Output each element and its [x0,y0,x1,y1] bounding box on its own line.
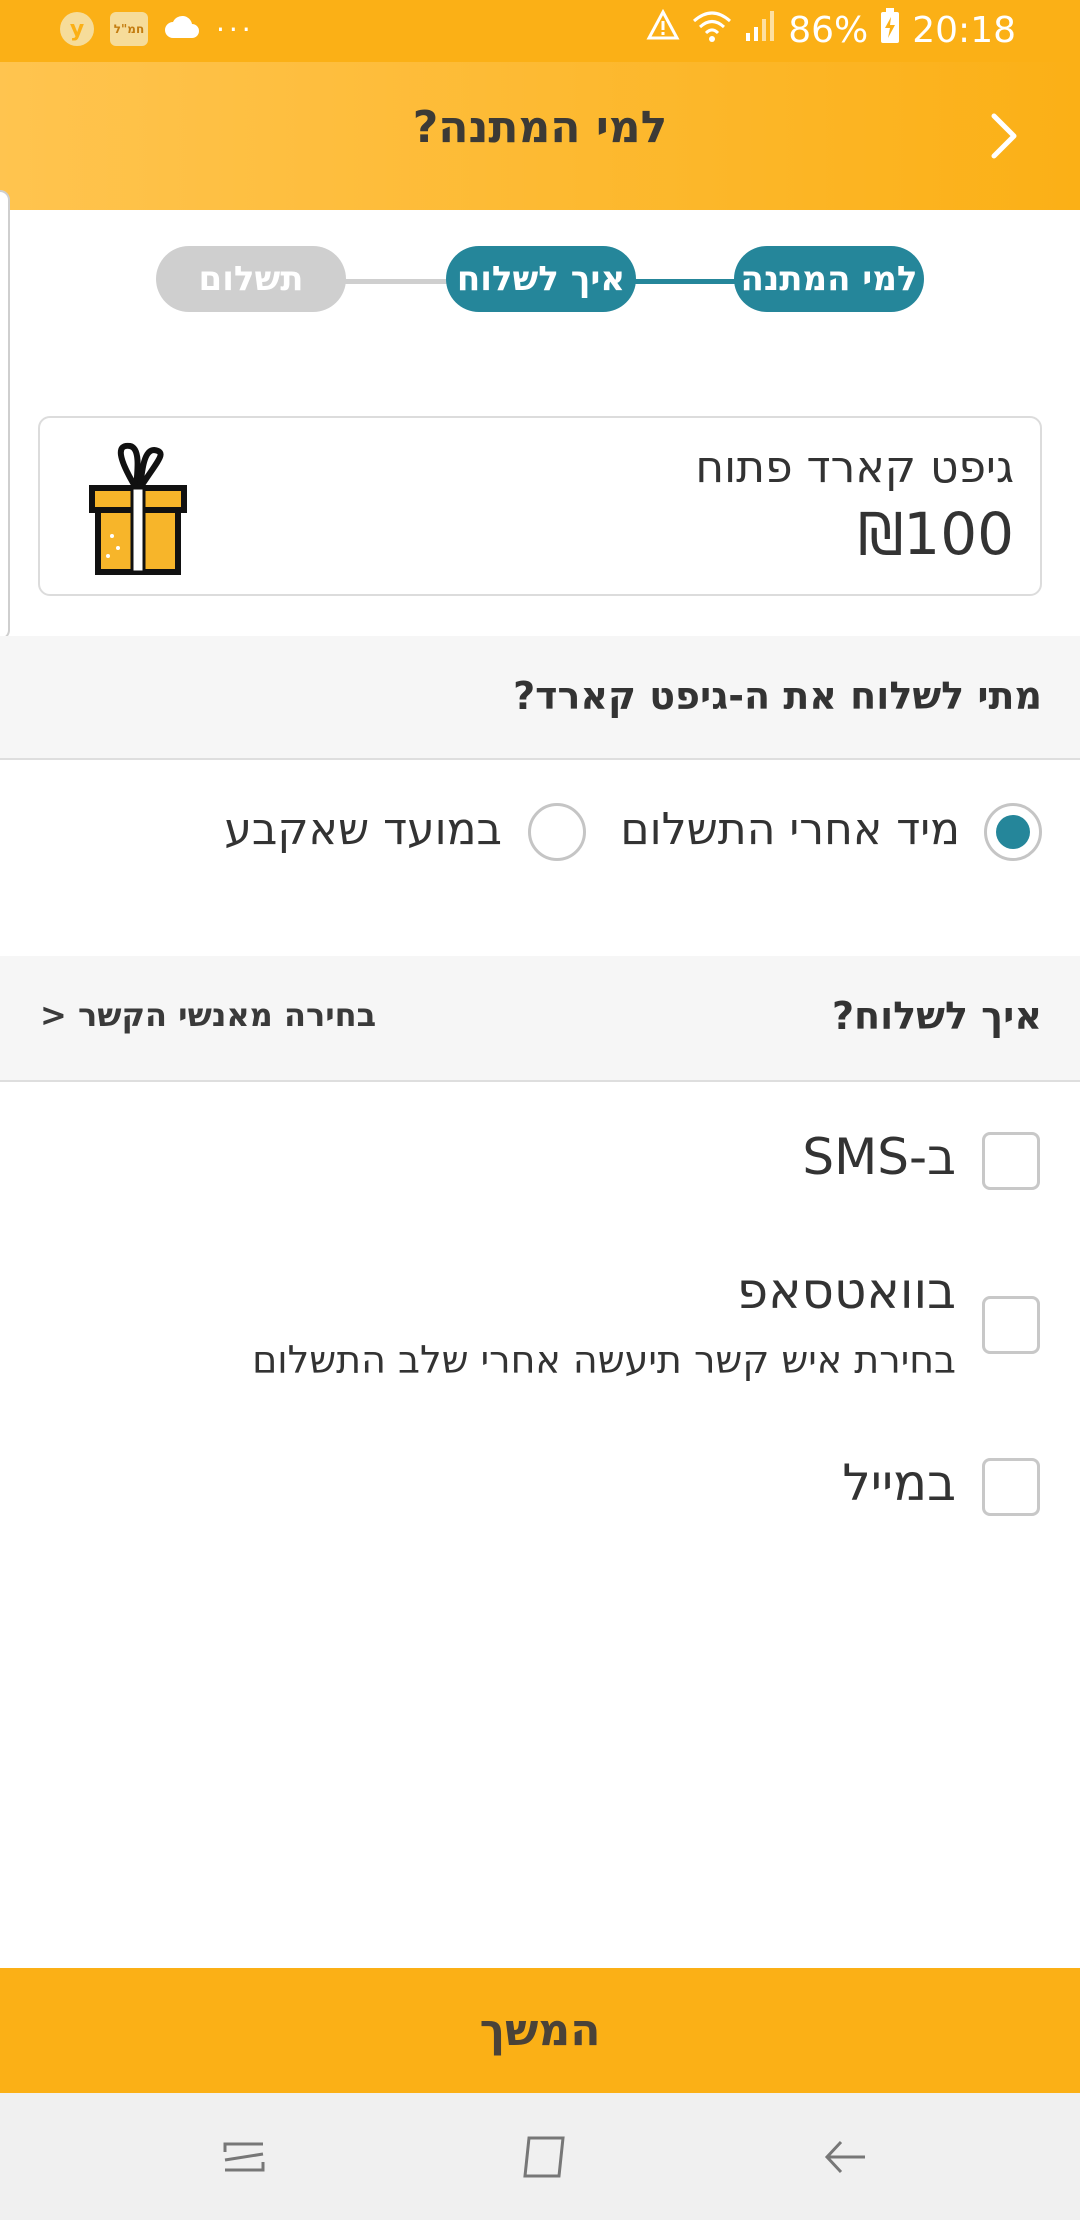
step-2: איך לשלוח [446,246,636,312]
when-section-header: מתי לשלוח את ה-גיפט קארד? [0,636,1080,760]
radio-label-immediately[interactable]: מיד אחרי התשלום [620,804,960,855]
whatsapp-label[interactable]: בוואטסאפ [737,1262,956,1320]
battery-percent: 86% [788,10,869,51]
gift-card-price: ₪100 [857,500,1014,568]
app-bar: למי המתנה? [0,62,1080,210]
continue-button[interactable]: המשך [0,1968,1080,2093]
gift-card-summary: גיפט קארד פתוח ₪100 [38,416,1042,596]
home-square-icon [523,2136,565,2178]
radio-label-scheduled[interactable]: במועד שאקבע [224,804,502,855]
battery-charging-icon [880,8,900,53]
system-nav-bar [0,2093,1080,2220]
how-section-title: איך לשלוח? [831,994,1042,1038]
recents-icon [223,2142,265,2172]
step-3: תשלום [156,246,346,312]
back-arrow-icon [824,2140,865,2174]
yellow-app-icon: y [60,12,94,46]
when-section-title: מתי לשלוח את ה-גיפט קארד? [513,674,1042,718]
radio-selected-dot [996,815,1030,849]
page-title: למי המתנה? [412,102,668,153]
stepper-line-done [630,279,740,284]
choose-from-contacts-link[interactable]: בחירה מאנשי הקשר < [40,996,376,1034]
status-left-icons: y חמ"ל ··· [60,12,255,46]
radio-immediately[interactable] [984,803,1042,861]
back-nav-button[interactable] [816,2127,876,2187]
back-button[interactable] [976,106,1032,166]
clock: 20:18 [912,10,1016,51]
gift-card-title: גיפט קארד פתוח [695,442,1014,493]
step-1: למי המתנה [734,246,924,312]
radio-scheduled[interactable] [528,803,586,861]
status-bar: y חמ"ל ··· 86% 20:18 [0,0,1080,62]
alert-icon [646,8,680,52]
whatsapp-subtitle: בחירת איש קשר תיעשה אחרי שלב התשלום [252,1338,956,1382]
email-label[interactable]: במייל [842,1454,956,1512]
more-notifications-icon: ··· [216,12,255,46]
whatsapp-checkbox[interactable] [982,1296,1040,1354]
hamal-app-icon: חמ"ל [110,12,148,46]
wifi-icon [692,9,732,52]
send-time-options: מיד אחרי התשלום במועד שאקבע [0,800,1080,870]
gift-box-icon [88,438,188,582]
email-checkbox[interactable] [982,1458,1040,1516]
home-button[interactable] [514,2127,574,2187]
recents-button[interactable] [214,2127,274,2187]
how-section-header: איך לשלוח? בחירה מאנשי הקשר < [0,956,1080,1082]
sms-label[interactable]: ב-SMS [802,1128,956,1186]
cloud-icon [164,14,200,44]
stepper-line-pending [340,279,450,284]
signal-icon [744,9,776,52]
progress-stepper: למי המתנה איך לשלוח תשלום [0,246,1080,316]
status-right-icons: 86% 20:18 [646,8,1016,53]
sms-checkbox[interactable] [982,1132,1040,1190]
chevron-right-icon [991,113,1017,159]
